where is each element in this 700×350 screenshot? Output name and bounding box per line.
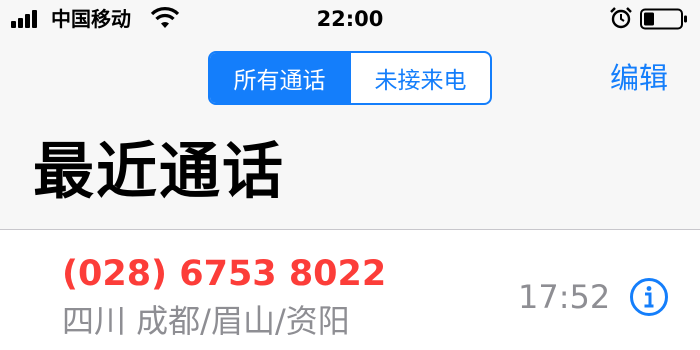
status-bar: 中国移动 22:00	[0, 0, 700, 38]
status-time: 22:00	[316, 7, 384, 31]
call-location: 四川 成都/眉山/资阳	[62, 302, 350, 340]
battery-icon	[640, 8, 687, 30]
call-number: (028) 6753 8022	[62, 254, 387, 294]
call-filter-segmented-control: 所有通话 未接来电	[208, 51, 492, 105]
page-title: 最近通话	[33, 136, 286, 207]
call-row[interactable]: (028) 6753 8022 四川 成都/眉山/资阳 17:52	[0, 230, 700, 350]
call-time: 17:52	[518, 278, 611, 316]
info-icon[interactable]	[629, 277, 669, 317]
edit-button[interactable]: 编辑	[610, 60, 668, 96]
segment-all-calls[interactable]: 所有通话	[210, 53, 349, 103]
alarm-icon	[610, 7, 632, 29]
segment-missed-calls[interactable]: 未接来电	[349, 53, 490, 103]
